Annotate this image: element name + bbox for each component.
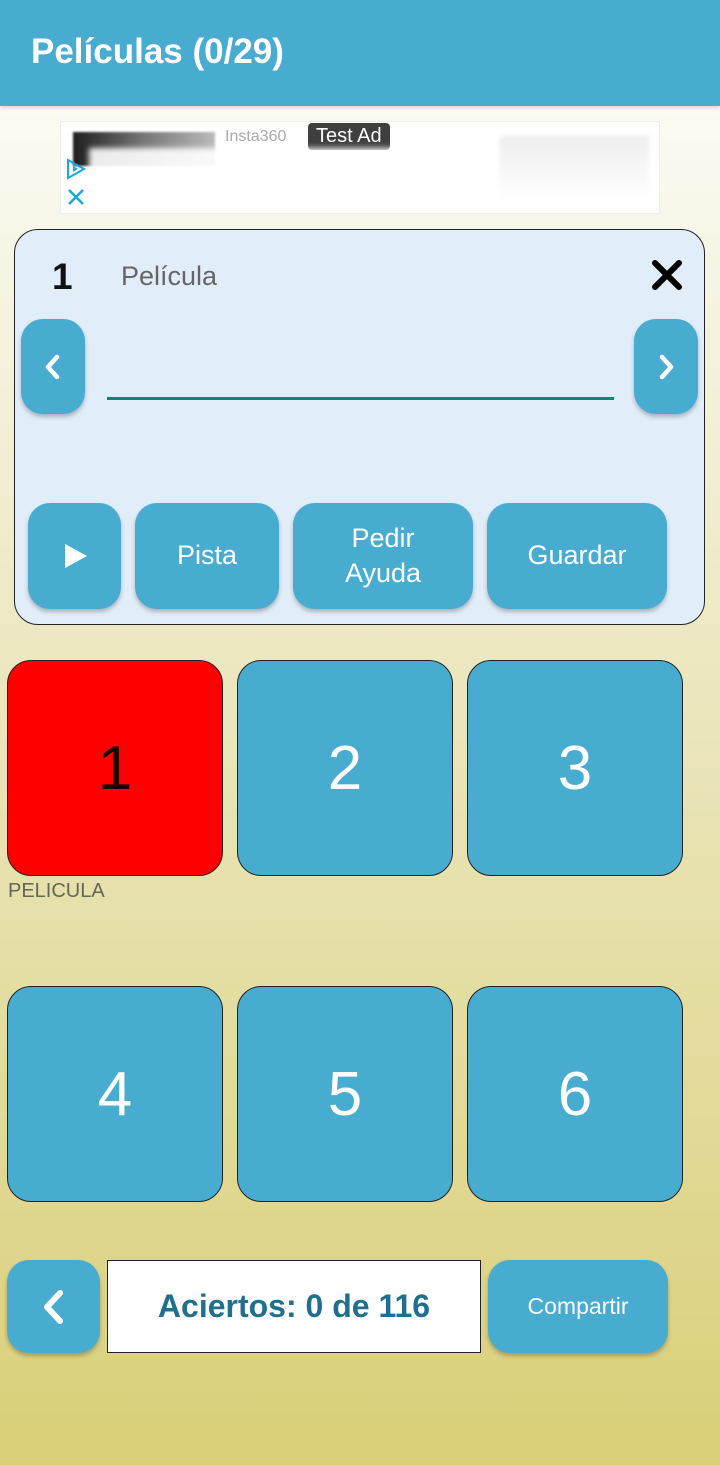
tile-5[interactable]: 5 bbox=[237, 986, 453, 1202]
ask-help-button[interactable]: Pedir Ayuda bbox=[293, 503, 473, 609]
ad-badge: Test Ad bbox=[308, 123, 390, 150]
ask-help-label-line1: Pedir bbox=[351, 522, 415, 553]
score-display: Aciertos: 0 de 116 bbox=[107, 1260, 481, 1353]
back-button[interactable] bbox=[7, 1260, 100, 1353]
question-category: Película bbox=[121, 261, 218, 291]
close-icon[interactable] bbox=[649, 257, 685, 293]
tile-2[interactable]: 2 bbox=[237, 660, 453, 876]
chevron-left-icon bbox=[43, 1289, 63, 1324]
hint-button[interactable]: Pista bbox=[135, 503, 279, 609]
ad-brand: Insta360 bbox=[225, 128, 287, 145]
tile-1-caption: PELICULA bbox=[8, 880, 105, 902]
next-question-button[interactable] bbox=[634, 319, 698, 414]
tile-6[interactable]: 6 bbox=[467, 986, 683, 1202]
question-number: 1 bbox=[52, 256, 73, 297]
question-card: 1 Película Pista Pedir Ayuda Guardar bbox=[14, 229, 705, 625]
answer-input[interactable] bbox=[107, 340, 614, 400]
share-button[interactable]: Compartir bbox=[488, 1260, 668, 1353]
previous-question-button[interactable] bbox=[21, 319, 85, 414]
chevron-left-icon bbox=[45, 354, 60, 379]
save-button[interactable]: Guardar bbox=[487, 503, 667, 609]
play-button[interactable] bbox=[28, 503, 121, 609]
adchoices-icon[interactable] bbox=[65, 158, 87, 180]
play-icon bbox=[64, 544, 87, 568]
tile-3[interactable]: 3 bbox=[467, 660, 683, 876]
ad-cta[interactable] bbox=[499, 136, 649, 200]
chevron-right-icon bbox=[659, 354, 674, 379]
page-title: Películas (0/29) bbox=[31, 32, 284, 71]
ask-help-label-line2: Ayuda bbox=[344, 558, 422, 588]
tile-4[interactable]: 4 bbox=[7, 986, 223, 1202]
app-bar: Películas (0/29) bbox=[0, 0, 720, 106]
tile-1[interactable]: 1 bbox=[7, 660, 223, 876]
ad-banner[interactable]: Insta360 Test Ad bbox=[60, 121, 660, 214]
ad-close-icon[interactable] bbox=[66, 187, 86, 207]
